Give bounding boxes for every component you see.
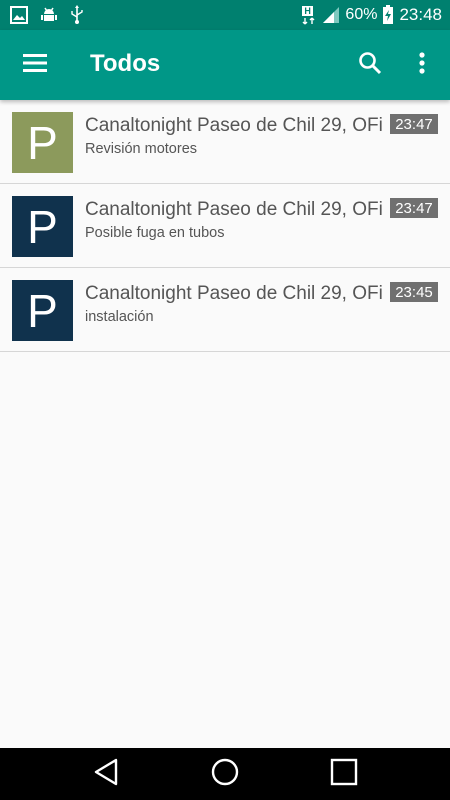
more-vert-icon	[419, 51, 425, 79]
system-nav-bar	[0, 748, 450, 800]
back-icon	[93, 758, 119, 791]
todo-list: P Canaltonight Paseo de Chil 29, OFi… Re…	[0, 100, 450, 352]
item-title: Canaltonight Paseo de Chil 29, OFi…	[85, 115, 385, 136]
battery-charging-icon	[382, 5, 394, 25]
item-subtitle: Revisión motores	[85, 141, 198, 157]
item-subtitle: Posible fuga en tubos	[85, 225, 225, 241]
list-item[interactable]: P Canaltonight Paseo de Chil 29, OFi… in…	[0, 268, 450, 352]
battery-percent: 60%	[345, 6, 378, 23]
image-icon	[10, 6, 28, 24]
app-bar: Todos	[0, 30, 450, 100]
list-item[interactable]: P Canaltonight Paseo de Chil 29, OFi… Po…	[0, 184, 450, 268]
recents-icon	[330, 758, 358, 791]
search-button[interactable]	[348, 43, 392, 87]
item-time-badge: 23:47	[390, 114, 438, 134]
overflow-menu-button[interactable]	[402, 43, 442, 87]
android-debug-icon	[40, 6, 58, 24]
home-button[interactable]	[200, 756, 250, 792]
back-button[interactable]	[81, 756, 131, 792]
avatar: P	[12, 196, 73, 257]
status-bar: H 60% 23:48	[0, 0, 450, 30]
avatar: P	[12, 112, 73, 173]
network-h-icon: H	[301, 5, 317, 25]
usb-icon	[70, 5, 84, 25]
list-item[interactable]: P Canaltonight Paseo de Chil 29, OFi… Re…	[0, 100, 450, 184]
menu-icon	[23, 53, 47, 77]
recents-button[interactable]	[319, 756, 369, 792]
status-time: 23:48	[399, 5, 442, 24]
item-subtitle: instalación	[85, 309, 154, 325]
menu-button[interactable]	[13, 41, 57, 89]
status-bar-system: H 60% 23:48	[301, 4, 442, 26]
item-title: Canaltonight Paseo de Chil 29, OFi…	[85, 283, 385, 304]
page-title: Todos	[90, 50, 161, 77]
item-title: Canaltonight Paseo de Chil 29, OFi…	[85, 199, 385, 220]
status-bar-notifications	[10, 5, 84, 25]
home-icon	[211, 758, 239, 791]
avatar: P	[12, 280, 73, 341]
item-time-badge: 23:47	[390, 198, 438, 218]
signal-icon	[322, 6, 340, 24]
item-time-badge: 23:45	[390, 282, 438, 302]
search-icon	[358, 51, 382, 80]
